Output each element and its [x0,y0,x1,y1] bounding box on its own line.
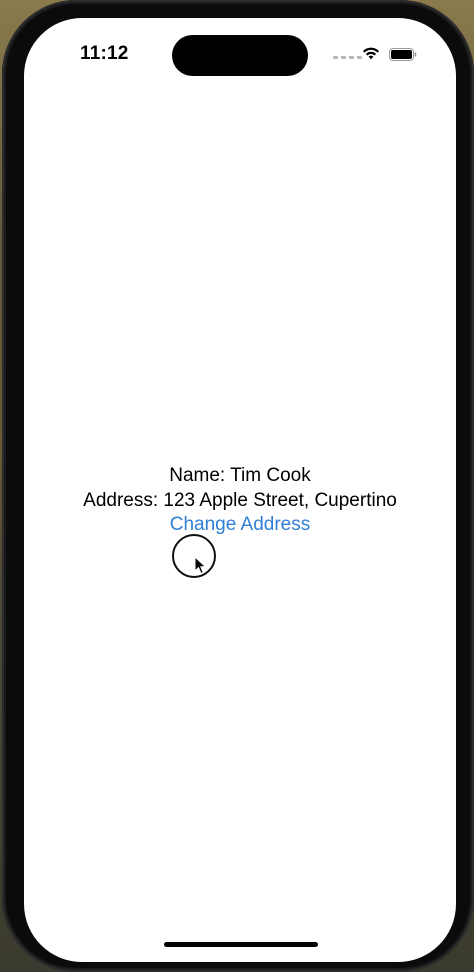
device-frame: 11:12 Name: Tim Cook Address: 123 Apple … [2,0,474,972]
pointer-cursor-icon [194,556,207,575]
address-label: Address: 123 Apple Street, Cupertino [83,489,397,511]
wifi-icon [363,47,379,60]
app-screen: 11:12 Name: Tim Cook Address: 123 Apple … [24,18,456,962]
name-label: Name: Tim Cook [169,465,311,486]
signal-dots-icon [333,56,362,59]
home-indicator[interactable] [164,942,318,947]
status-bar: 11:12 [24,18,456,78]
dynamic-island [172,35,308,76]
profile-content: Name: Tim Cook Address: 123 Apple Street… [24,464,456,538]
battery-icon [389,48,417,61]
status-time: 11:12 [80,43,129,64]
